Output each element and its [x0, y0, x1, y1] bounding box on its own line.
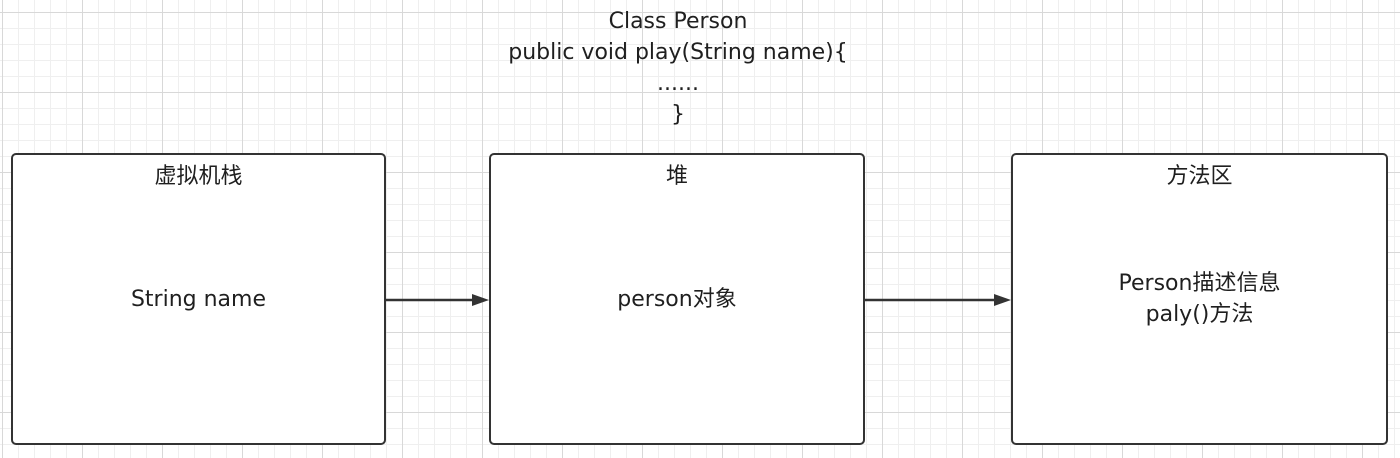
- connector-arrows: [386, 294, 1011, 306]
- arrow-heap-to-method-area: [865, 294, 1011, 306]
- arrow-stack-to-heap: [386, 294, 489, 306]
